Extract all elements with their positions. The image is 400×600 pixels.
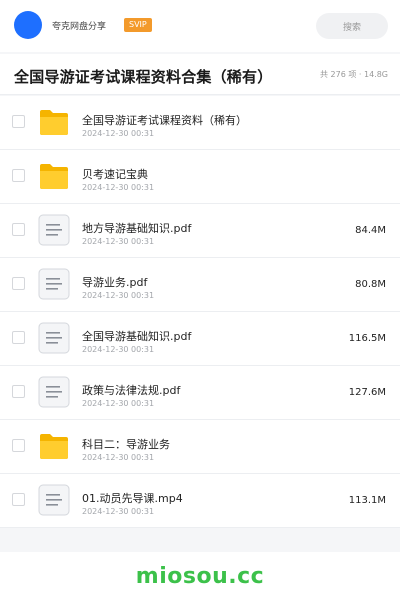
file-list: 全国导游证考试课程资料（稀有） 2024-12-30 00:31 贝考速记宝典 202… — [0, 96, 400, 528]
search-input[interactable]: 搜索 — [316, 13, 388, 39]
document-icon — [38, 484, 70, 516]
watermark: miosou.cc — [135, 564, 265, 589]
file-row[interactable]: 全国导游证考试课程资料（稀有） 2024-12-30 00:31 — [0, 96, 400, 150]
file-row[interactable]: 01.动员先导课.mp4 2024-12-30 00:31 113.1M — [0, 474, 400, 528]
file-name[interactable]: 地方导游基础知识.pdf — [82, 220, 191, 236]
search-placeholder: 搜索 — [342, 22, 361, 33]
share-title-bar: 全国导游证考试课程资料合集（稀有） 共 276 项 · 14.8G — [0, 54, 400, 95]
file-row[interactable]: 全国导游基础知识.pdf 2024-12-30 00:31 116.5M — [0, 312, 400, 366]
document-icon — [38, 322, 70, 354]
top-bar: 夸克网盘分享 SVIP 搜索 — [0, 0, 400, 52]
file-date: 2024-12-30 00:31 — [82, 129, 155, 138]
file-name[interactable]: 全国导游基础知识.pdf — [82, 328, 191, 344]
file-date: 2024-12-30 00:31 — [82, 291, 155, 300]
file-row[interactable]: 政策与法律法规.pdf 2024-12-30 00:31 127.6M — [0, 366, 400, 420]
file-size: 84.4M — [355, 225, 386, 236]
document-icon — [38, 376, 70, 408]
file-size: 80.8M — [355, 279, 386, 290]
file-row[interactable]: 贝考速记宝典 2024-12-30 00:31 — [0, 150, 400, 204]
file-row[interactable]: 导游业务.pdf 2024-12-30 00:31 80.8M — [0, 258, 400, 312]
row-checkbox[interactable] — [12, 277, 25, 290]
avatar[interactable] — [14, 11, 42, 39]
file-name[interactable]: 科目二：导游业务 — [82, 436, 170, 452]
file-size: 127.6M — [348, 387, 386, 398]
file-size: 113.1M — [348, 495, 386, 506]
file-date: 2024-12-30 00:31 — [82, 183, 155, 192]
file-date: 2024-12-30 00:31 — [82, 399, 155, 408]
file-row[interactable]: 地方导游基础知识.pdf 2024-12-30 00:31 84.4M — [0, 204, 400, 258]
file-name[interactable]: 全国导游证考试课程资料（稀有） — [82, 112, 247, 128]
folder-icon — [38, 162, 70, 190]
row-checkbox[interactable] — [12, 223, 25, 236]
document-icon — [38, 214, 70, 246]
file-date: 2024-12-30 00:31 — [82, 507, 155, 516]
row-checkbox[interactable] — [12, 439, 25, 452]
row-checkbox[interactable] — [12, 115, 25, 128]
user-name[interactable]: 夸克网盘分享 — [52, 19, 106, 32]
svip-badge: SVIP — [124, 18, 152, 32]
page-title: 全国导游证考试课程资料合集（稀有） — [14, 68, 273, 86]
row-checkbox[interactable] — [12, 169, 25, 182]
file-row[interactable]: 科目二：导游业务 2024-12-30 00:31 — [0, 420, 400, 474]
share-summary: 共 276 项 · 14.8G — [320, 70, 388, 79]
share-page: 夸克网盘分享 SVIP 搜索 全国导游证考试课程资料合集（稀有） 共 276 项… — [0, 0, 400, 600]
row-checkbox[interactable] — [12, 385, 25, 398]
file-name[interactable]: 01.动员先导课.mp4 — [82, 490, 183, 506]
file-name[interactable]: 导游业务.pdf — [82, 274, 147, 290]
file-name[interactable]: 贝考速记宝典 — [82, 166, 148, 182]
footer: miosou.cc — [0, 552, 400, 600]
row-checkbox[interactable] — [12, 331, 25, 344]
row-checkbox[interactable] — [12, 493, 25, 506]
file-size: 116.5M — [348, 333, 386, 344]
file-date: 2024-12-30 00:31 — [82, 345, 155, 354]
file-date: 2024-12-30 00:31 — [82, 453, 155, 462]
folder-icon — [38, 432, 70, 460]
folder-icon — [38, 108, 70, 136]
document-icon — [38, 268, 70, 300]
file-date: 2024-12-30 00:31 — [82, 237, 155, 246]
file-name[interactable]: 政策与法律法规.pdf — [82, 382, 180, 398]
